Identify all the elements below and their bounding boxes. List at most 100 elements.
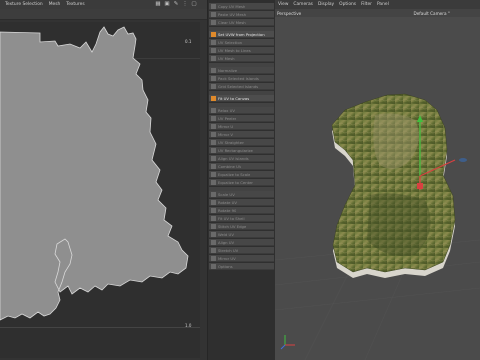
command-icon: [211, 39, 216, 45]
palette-item[interactable]: Options: [209, 263, 274, 270]
palette-item[interactable]: Mirror U: [209, 123, 274, 130]
palette-item-label: Mirror UV: [218, 255, 236, 261]
command-icon: [211, 179, 216, 185]
palette-item-label: Rotate 90: [218, 207, 237, 213]
dots-icon[interactable]: ⋮: [182, 1, 188, 7]
palette-item[interactable]: Combine UV: [209, 163, 274, 170]
command-icon: [211, 247, 216, 253]
palette-item[interactable]: Mirror V: [209, 131, 274, 138]
command-icon: [211, 47, 216, 53]
palette-item-label: UV Mesh to Lines: [218, 47, 251, 53]
3d-viewport[interactable]: View Cameras Display Options Filter Pane…: [275, 0, 480, 360]
palette-item-label: Pack Selected Islands: [218, 75, 259, 81]
palette-item[interactable]: Weld UV: [209, 231, 274, 238]
command-icon: [211, 139, 216, 145]
palette-item-label: Mirror V: [218, 131, 233, 137]
palette-item[interactable]: UV Straighten: [209, 139, 274, 146]
terrain-hills: [367, 193, 431, 256]
menu-texture-selection[interactable]: Texture Selection: [5, 2, 43, 7]
menu-mesh[interactable]: Mesh: [49, 2, 61, 7]
command-icon: [211, 67, 216, 73]
gizmo-center[interactable]: [417, 183, 423, 189]
palette-item[interactable]: Equalize to Center: [209, 179, 274, 186]
palette-item[interactable]: UV Mesh to Lines: [209, 47, 274, 54]
command-icon: [211, 31, 216, 37]
palette-item[interactable]: Align UV Islands: [209, 155, 274, 162]
palette-item[interactable]: Fit UV to Canvas: [209, 95, 274, 102]
palette-item[interactable]: UV Peeler: [209, 115, 274, 122]
command-icon: [211, 83, 216, 89]
palette-item-label: Grid Selected Islands: [218, 83, 259, 89]
palette-item-label: Equalize to Center: [218, 179, 253, 185]
grid-icon[interactable]: ▦: [155, 1, 161, 7]
palette-item-label: Options: [218, 263, 233, 269]
palette-item-label: Fit UV to Canvas: [218, 95, 250, 101]
palette-item[interactable]: Grid Selected Islands: [209, 83, 274, 90]
command-icon: [211, 231, 216, 237]
palette-item[interactable]: Stretch UV: [209, 247, 274, 254]
palette-item-label: UV Selection: [218, 39, 243, 45]
palette-item[interactable]: Scale UV: [209, 191, 274, 198]
uv-command-palette: Copy UV Mesh Paste UV Mesh Clear UV Mesh Se…: [207, 0, 276, 360]
palette-item[interactable]: Equalize to Scale: [209, 171, 274, 178]
palette-item-label: Stitch UV Edge: [218, 223, 247, 229]
palette-item-label: Normalize: [218, 67, 238, 73]
palette-item[interactable]: Rotate 90: [209, 207, 274, 214]
uv-island-shape: [0, 26, 189, 321]
command-icon: [211, 239, 216, 245]
palette-item-label: UV Mesh: [218, 55, 235, 61]
palette-item[interactable]: Rotate UV: [209, 199, 274, 206]
command-icon: [211, 207, 216, 213]
uv-canvas[interactable]: 0.1 1.0: [0, 22, 200, 358]
palette-item-label: Stretch UV: [218, 247, 239, 253]
uv-island[interactable]: [0, 22, 200, 358]
expand-icon[interactable]: ▢: [191, 1, 197, 7]
command-icon: [211, 107, 216, 113]
palette-item-label: Fit UV to Shell: [218, 215, 245, 221]
command-icon: [211, 263, 216, 269]
command-icon: [211, 171, 216, 177]
wrench-icon[interactable]: ✎: [173, 1, 179, 7]
lock-icon[interactable]: ▣: [164, 1, 170, 7]
menu-textures[interactable]: Textures: [66, 2, 84, 7]
palette-item[interactable]: Fit UV to Shell: [209, 215, 274, 222]
command-icon: [211, 223, 216, 229]
axis-indicator: [280, 335, 295, 350]
command-icon: [211, 191, 216, 197]
uv-menubar: Texture Selection Mesh Textures ▦ ▣ ✎ ⋮ …: [0, 0, 207, 9]
uv-editor-panel: Texture Selection Mesh Textures ▦ ▣ ✎ ⋮ …: [0, 0, 207, 360]
palette-item-label: Equalize to Scale: [218, 171, 251, 177]
command-icon: [211, 19, 216, 25]
palette-item[interactable]: Paste UV Mesh: [209, 11, 274, 18]
palette-item[interactable]: UV Selection: [209, 39, 274, 46]
palette-item-label: Paste UV Mesh: [218, 11, 247, 17]
palette-item-label: Rotate UV: [218, 199, 238, 205]
palette-item-label: Align UV: [218, 239, 235, 245]
palette-item[interactable]: Clear UV Mesh: [209, 19, 274, 26]
palette-item-label: Scale UV: [218, 191, 235, 197]
palette-item[interactable]: Relax UV: [209, 107, 274, 114]
command-icon: [211, 55, 216, 61]
uv-subbar: [0, 9, 207, 20]
command-icon: [211, 199, 216, 205]
palette-item[interactable]: UV Rectangularize: [209, 147, 274, 154]
palette-item[interactable]: Normalize: [209, 67, 274, 74]
command-icon: [211, 11, 216, 17]
command-icon: [211, 123, 216, 129]
palette-item[interactable]: UV Mesh: [209, 55, 274, 62]
palette-item[interactable]: Copy UV Mesh: [209, 3, 274, 10]
command-icon: [211, 95, 216, 101]
water-body: [459, 158, 467, 162]
command-icon: [211, 75, 216, 81]
uv-toolbar: ▦ ▣ ✎ ⋮ ▢: [155, 1, 197, 7]
palette-item[interactable]: Set UVW from Projection: [209, 31, 274, 38]
palette-item[interactable]: Pack Selected Islands: [209, 75, 274, 82]
command-icon: [211, 215, 216, 221]
viewport-scene: [275, 93, 480, 360]
palette-item-label: Weld UV: [218, 231, 234, 237]
palette-item[interactable]: Mirror UV: [209, 255, 274, 262]
command-icon: [211, 155, 216, 161]
palette-item[interactable]: Align UV: [209, 239, 274, 246]
palette-item[interactable]: Stitch UV Edge: [209, 223, 274, 230]
palette-item-label: Set UVW from Projection: [218, 31, 265, 37]
